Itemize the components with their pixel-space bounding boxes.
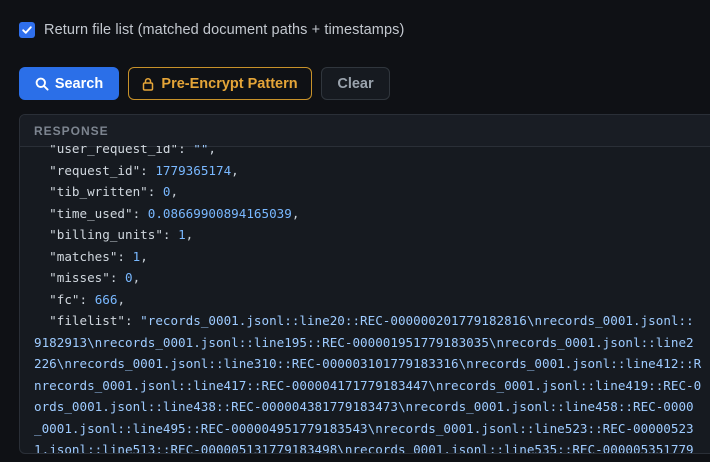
response-line: "tib_written": 0, — [49, 184, 179, 199]
checkmark-icon — [22, 26, 32, 34]
response-line: "user_request_id": "", — [34, 145, 701, 160]
response-header: RESPONSE — [20, 115, 710, 147]
json-value: 666 — [94, 291, 118, 307]
json-value: "" — [193, 145, 209, 156]
return-file-list-option[interactable]: Return file list (matched document paths… — [19, 22, 404, 38]
json-key: "time_used" — [49, 205, 133, 221]
json-key: "matches" — [49, 248, 118, 264]
json-value: 1 — [132, 248, 141, 264]
response-wrapped-line: 1.jsonl::line513::REC-000005131779183498… — [34, 442, 694, 454]
response-json: "user_request_id": "", "request_id": 177… — [34, 145, 702, 454]
json-value: 1779365174 — [155, 162, 232, 178]
json-key: "user_request_id" — [49, 145, 179, 156]
json-value: "records_0001.jsonl::line20::REC-0000002… — [140, 313, 694, 328]
response-line: "fc": 666, — [49, 291, 126, 307]
json-key: "fc" — [49, 291, 80, 307]
json-key: "filelist" — [49, 313, 125, 328]
response-line: "matches": 1, — [49, 248, 148, 264]
pre-encrypt-button-label: Pre-Encrypt Pattern — [161, 75, 298, 92]
response-panel: RESPONSE "user_request_id": "", "request… — [19, 114, 710, 454]
action-toolbar: Search Pre-Encrypt Pattern Clear — [19, 67, 390, 100]
json-value: 0 — [162, 184, 171, 199]
response-line: "time_used": 0.08669900894165039, — [49, 205, 300, 221]
response-line: "filelist": "records_0001.jsonl::line20:… — [49, 313, 694, 328]
clear-button-label: Clear — [337, 75, 374, 92]
response-wrapped-line: _0001.jsonl::line495::REC-00000495177918… — [34, 420, 694, 436]
response-line: "misses": 0, — [49, 270, 141, 285]
json-key: "tib_written" — [49, 184, 148, 199]
return-file-list-checkbox[interactable] — [19, 22, 35, 38]
response-wrapped-line: 9182913\nrecords_0001.jsonl::line195::RE… — [34, 334, 694, 350]
response-line: "request_id": 1779365174, — [49, 162, 239, 178]
lock-icon — [143, 77, 154, 91]
response-wrapped-line: ords_0001.jsonl::line438::REC-0000043817… — [34, 399, 694, 414]
return-file-list-label[interactable]: Return file list (matched document paths… — [44, 22, 404, 38]
search-button[interactable]: Search — [19, 67, 119, 100]
pre-encrypt-pattern-button[interactable]: Pre-Encrypt Pattern — [128, 67, 312, 100]
response-wrapped-line: nrecords_0001.jsonl::line417::REC-000004… — [34, 377, 702, 393]
json-key: "request_id" — [49, 162, 141, 178]
response-wrapped-line: 226\nrecords_0001.jsonl::line310::REC-00… — [34, 356, 702, 371]
response-body[interactable]: "user_request_id": "", "request_id": 177… — [20, 145, 710, 454]
json-key: "billing_units" — [49, 227, 163, 242]
json-value: 0 — [125, 270, 133, 285]
json-value: 1 — [178, 227, 186, 242]
search-button-label: Search — [54, 75, 104, 92]
json-key: "misses" — [49, 270, 110, 285]
search-icon — [35, 77, 49, 91]
clear-button[interactable]: Clear — [321, 67, 390, 100]
json-value: 0.08669900894165039 — [147, 205, 292, 221]
response-line: "billing_units": 1, — [49, 227, 194, 242]
